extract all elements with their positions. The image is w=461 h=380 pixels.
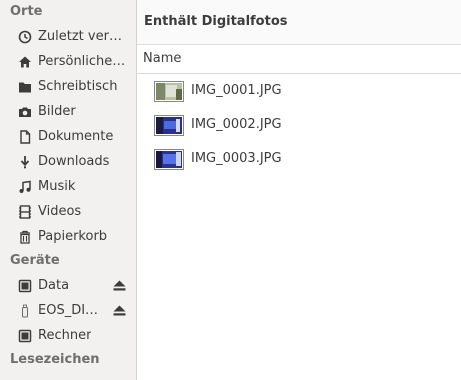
drive-icon <box>18 329 32 343</box>
drive-icon <box>18 279 32 293</box>
film-icon <box>19 205 31 219</box>
camera-icon <box>19 107 31 117</box>
image-thumbnail-icon <box>154 81 184 102</box>
sidebar-item-label: Papierkorb <box>38 229 108 244</box>
sidebar-item-data[interactable]: Data <box>0 273 136 298</box>
sidebar-item-label: Data <box>38 278 70 293</box>
sidebar-item-label: Dokumente <box>38 129 114 144</box>
file-name: IMG_0001.JPG <box>191 83 282 98</box>
eject-icon[interactable] <box>113 280 126 291</box>
sidebar-item-label: Musik <box>38 179 76 194</box>
sidebar-item-label: Rechner <box>38 328 92 343</box>
image-thumbnail-icon <box>154 149 184 170</box>
home-icon <box>19 56 31 68</box>
sidebar-item-label: Schreibtisch <box>38 79 118 94</box>
sidebar-item-label: EOS_DI… <box>38 303 99 318</box>
path-title: Enthält Digitalfotos <box>137 0 461 45</box>
image-thumbnail-icon <box>154 115 184 136</box>
file-name: IMG_0003.JPG <box>191 151 282 166</box>
file-name: IMG_0002.JPG <box>191 117 282 132</box>
sidebar-item-label: Persönliche… <box>38 54 126 69</box>
download-icon <box>20 156 30 169</box>
places-heading: Orte <box>10 4 43 19</box>
sidebar-item-label: Bilder <box>38 104 76 119</box>
devices-heading: Geräte <box>10 253 60 268</box>
clock-icon <box>18 30 32 44</box>
folder-icon <box>19 82 31 93</box>
file-view: Enthält Digitalfotos Name IMG_0001.JPG I… <box>137 0 461 380</box>
music-icon <box>19 180 31 193</box>
trash-icon <box>20 230 30 244</box>
bookmarks-heading: Lesezeichen <box>10 352 100 367</box>
sidebar-item-documents[interactable]: Dokumente <box>0 124 136 149</box>
file-row[interactable]: IMG_0001.JPG <box>137 74 461 108</box>
sidebar-item-label: Downloads <box>38 154 110 169</box>
sidebar-item-recent[interactable]: Zuletzt ver… <box>0 24 136 49</box>
file-row[interactable]: IMG_0002.JPG <box>137 108 461 142</box>
usb-stick-icon <box>22 304 28 318</box>
sidebar-item-videos[interactable]: Videos <box>0 199 136 224</box>
sidebar-item-music[interactable]: Musik <box>0 174 136 199</box>
eject-icon[interactable] <box>113 305 126 316</box>
sidebar-item-trash[interactable]: Papierkorb <box>0 224 136 249</box>
sidebar-item-downloads[interactable]: Downloads <box>0 149 136 174</box>
file-row[interactable]: IMG_0003.JPG <box>137 142 461 176</box>
sidebar-item-label: Zuletzt ver… <box>38 29 122 44</box>
column-header-name[interactable]: Name <box>137 45 461 74</box>
sidebar-item-label: Videos <box>38 204 82 219</box>
sidebar-item-home[interactable]: Persönliche… <box>0 49 136 74</box>
sidebar-item-eos-digital[interactable]: EOS_DI… <box>0 298 136 323</box>
sidebar: Orte Zuletzt ver… Persönliche… Schreibti… <box>0 0 137 380</box>
sidebar-item-pictures[interactable]: Bilder <box>0 99 136 124</box>
sidebar-item-computer[interactable]: Rechner <box>0 323 136 348</box>
sidebar-item-desktop[interactable]: Schreibtisch <box>0 74 136 99</box>
document-icon <box>20 130 31 144</box>
